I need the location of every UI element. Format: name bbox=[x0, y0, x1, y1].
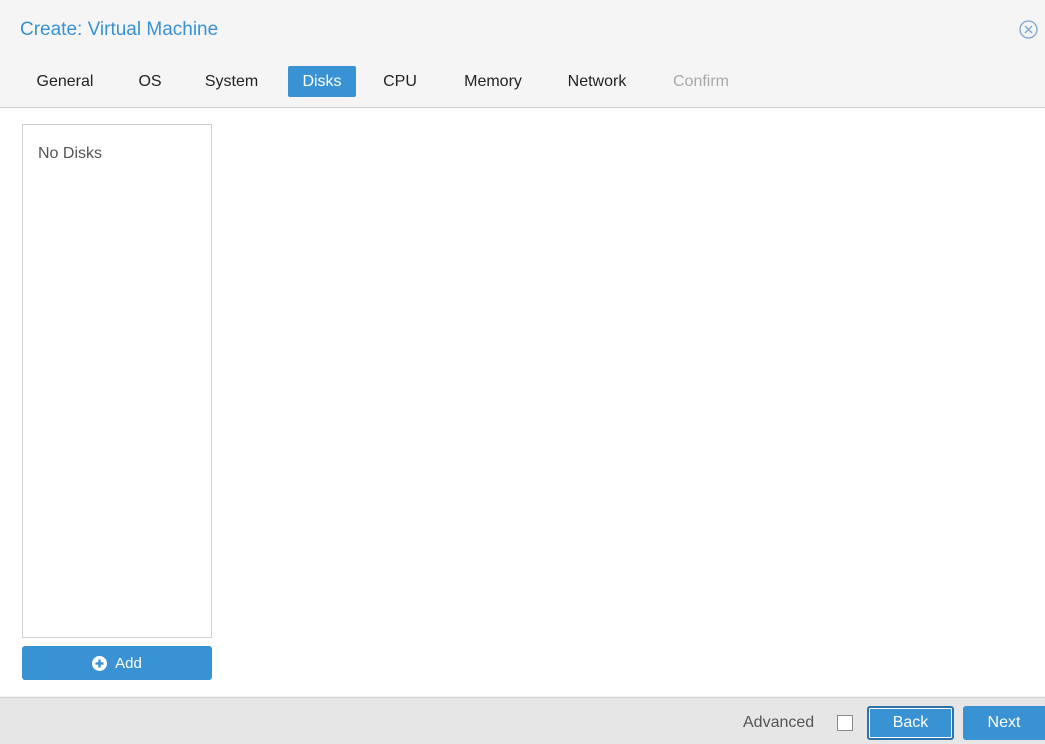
add-disk-button[interactable]: Add bbox=[22, 646, 212, 680]
disk-list-empty-text: No Disks bbox=[38, 145, 103, 162]
plus-circle-icon bbox=[92, 655, 108, 671]
tab-os[interactable]: OS bbox=[129, 66, 171, 97]
tab-memory[interactable]: Memory bbox=[450, 66, 536, 97]
dialog-footer: Advanced Back Next bbox=[0, 697, 1045, 744]
create-vm-dialog: Create: Virtual Machine General OS Syste… bbox=[0, 0, 1045, 744]
add-disk-label: Add bbox=[115, 654, 142, 672]
advanced-label: Advanced bbox=[743, 714, 815, 731]
disk-list[interactable]: No Disks bbox=[22, 124, 212, 638]
dialog-header: Create: Virtual Machine bbox=[0, 0, 1045, 58]
next-button[interactable]: Next bbox=[963, 706, 1045, 740]
dialog-title: Create: Virtual Machine bbox=[20, 19, 219, 40]
tab-general[interactable]: General bbox=[24, 66, 106, 97]
wizard-tabs: General OS System Disks CPU Memory Netwo… bbox=[0, 58, 1045, 108]
tab-system[interactable]: System bbox=[191, 66, 272, 97]
advanced-checkbox[interactable] bbox=[837, 715, 853, 731]
tab-disks[interactable]: Disks bbox=[288, 66, 356, 97]
disks-panel: No Disks Add bbox=[0, 108, 1045, 696]
close-circle-icon bbox=[1019, 20, 1038, 39]
back-button[interactable]: Back bbox=[867, 706, 954, 740]
close-button[interactable] bbox=[1019, 20, 1038, 39]
tab-network[interactable]: Network bbox=[554, 66, 640, 97]
tab-cpu[interactable]: CPU bbox=[372, 66, 428, 97]
tab-confirm: Confirm bbox=[672, 73, 729, 90]
